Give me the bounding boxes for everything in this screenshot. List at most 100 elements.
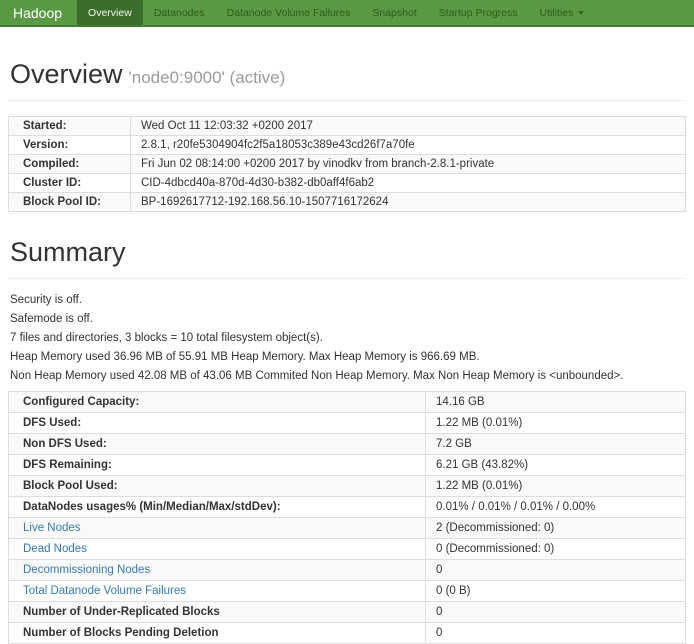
table-row: Decommissioning Nodes 0 <box>9 560 686 581</box>
row-value: 0 <box>426 560 686 581</box>
row-value: BP-1692617712-192.168.56.10-150771617262… <box>131 193 686 212</box>
page-title-text: Overview <box>10 59 123 89</box>
row-label: Number of Under-Replicated Blocks <box>9 602 426 623</box>
table-row: DataNodes usages% (Min/Median/Max/stdDev… <box>9 497 686 518</box>
row-value: 7.2 GB <box>426 434 686 455</box>
table-row: Dead Nodes 0 (Decommissioned: 0) <box>9 539 686 560</box>
row-value: Fri Jun 02 08:14:00 +0200 2017 by vinodk… <box>131 155 686 174</box>
nav-link-label: Startup Progress <box>439 7 518 19</box>
row-label-text: DataNodes usages% (Min/Median/Max/stdDev… <box>23 501 281 513</box>
row-label: Started: <box>9 117 131 136</box>
row-label-text: Cluster ID: <box>23 177 81 189</box>
row-label: Block Pool ID: <box>9 193 131 212</box>
nav-item-datanodes: Datanodes <box>143 0 216 25</box>
nav-link-label: Datanodes <box>154 7 205 19</box>
row-label: Version: <box>9 136 131 155</box>
row-link-decommissioning-nodes[interactable]: Decommissioning Nodes <box>23 564 150 576</box>
table-row: Version: 2.8.1, r20fe5304904fc2f5a18053c3… <box>9 136 686 155</box>
navbar: Hadoop Overview Datanodes Datanode Volume … <box>0 0 694 27</box>
table-row: Block Pool Used: 1.22 MB (0.01%) <box>9 476 686 497</box>
navbar-menu: Overview Datanodes Datanode Volume Failure… <box>77 0 595 25</box>
row-value: 0 <box>426 623 686 644</box>
row-label-text: Block Pool Used: <box>23 480 118 492</box>
row-label: Compiled: <box>9 155 131 174</box>
row-value: 1.22 MB (0.01%) <box>426 476 686 497</box>
table-row: Non DFS Used: 7.2 GB <box>9 434 686 455</box>
row-label: DFS Remaining: <box>9 455 426 476</box>
nav-link-label: Utilities <box>540 7 574 19</box>
summary-paragraph: Security is off. <box>10 294 686 306</box>
table-row: Number of Blocks Pending Deletion 0 <box>9 623 686 644</box>
row-label: Dead Nodes <box>9 539 426 560</box>
page-title: Overview 'node0:9000' (active) <box>10 59 686 90</box>
nav-link-utilities[interactable]: Utilities <box>529 0 596 25</box>
nav-item-snapshot: Snapshot <box>361 0 427 25</box>
table-row: Started: Wed Oct 11 12:03:32 +0200 2017 <box>9 117 686 136</box>
table-row: Compiled: Fri Jun 02 08:14:00 +0200 2017 … <box>9 155 686 174</box>
nav-item-datanode-volume-failures: Datanode Volume Failures <box>216 0 362 25</box>
table-row: Configured Capacity: 14.16 GB <box>9 392 686 413</box>
page-subtitle: 'node0:9000' (active) <box>129 68 286 87</box>
table-row: Total Datanode Volume Failures 0 (0 B) <box>9 581 686 602</box>
row-label: Configured Capacity: <box>9 392 426 413</box>
nav-link-overview[interactable]: Overview <box>77 0 143 25</box>
row-value: 14.16 GB <box>426 392 686 413</box>
divider <box>8 278 686 279</box>
summary-paragraph: Non Heap Memory used 42.08 MB of 43.06 M… <box>10 370 686 382</box>
row-label-text: DFS Remaining: <box>23 459 112 471</box>
main-content: Overview 'node0:9000' (active) Started: We… <box>0 59 694 644</box>
nav-item-overview: Overview <box>77 0 143 25</box>
row-label: Block Pool Used: <box>9 476 426 497</box>
nav-link-datanode-volume-failures[interactable]: Datanode Volume Failures <box>216 0 362 25</box>
nav-link-snapshot[interactable]: Snapshot <box>361 0 427 25</box>
table-row: Number of Under-Replicated Blocks0 <box>9 602 686 623</box>
row-link-total-datanode-volume-failures[interactable]: Total Datanode Volume Failures <box>23 585 186 597</box>
row-label-text: Compiled: <box>23 158 79 170</box>
row-label-text: Number of Blocks Pending Deletion <box>23 627 219 639</box>
divider <box>8 100 686 101</box>
row-label: DFS Used: <box>9 413 426 434</box>
table-row: Cluster ID: CID-4dbcd40a-870d-4d30-b382-d… <box>9 174 686 193</box>
table-row: DFS Used:1.22 MB (0.01%) <box>9 413 686 434</box>
summary-text: Security is off. Safemode is off. 7 files … <box>10 294 686 382</box>
summary-paragraph: Heap Memory used 36.96 MB of 55.91 MB He… <box>10 351 686 363</box>
row-link-dead-nodes[interactable]: Dead Nodes <box>23 543 87 555</box>
row-value: Wed Oct 11 12:03:32 +0200 2017 <box>131 117 686 136</box>
row-label-text: Non DFS Used: <box>23 438 107 450</box>
nav-item-startup-progress: Startup Progress <box>428 0 529 25</box>
nav-link-label: Overview <box>88 7 132 19</box>
row-value: 2 (Decommissioned: 0) <box>426 518 686 539</box>
row-value: 2.8.1, r20fe5304904fc2f5a18053c389e43cd2… <box>131 136 686 155</box>
table-row: Block Pool ID: BP-1692617712-192.168.56.1… <box>9 193 686 212</box>
row-value: 0 <box>426 602 686 623</box>
row-label: Number of Blocks Pending Deletion <box>9 623 426 644</box>
brand-logo[interactable]: Hadoop <box>0 0 77 25</box>
row-value: 0.01% / 0.01% / 0.01% / 0.00% <box>426 497 686 518</box>
row-value: 0 (Decommissioned: 0) <box>426 539 686 560</box>
nav-link-label: Datanode Volume Failures <box>227 7 351 19</box>
nav-link-datanodes[interactable]: Datanodes <box>143 0 216 25</box>
summary-title: Summary <box>10 237 686 268</box>
row-label-text: Block Pool ID: <box>23 196 101 208</box>
row-link-live-nodes[interactable]: Live Nodes <box>23 522 81 534</box>
row-label-text: Version: <box>23 139 68 151</box>
row-label: Decommissioning Nodes <box>9 560 426 581</box>
row-value: 0 (0 B) <box>426 581 686 602</box>
row-label-text: Configured Capacity: <box>23 396 139 408</box>
summary-paragraph: 7 files and directories, 3 blocks = 10 t… <box>10 332 686 344</box>
summary-stats-table: Configured Capacity:14.16 GBDFS Used:1.2… <box>8 391 686 644</box>
row-label: Live Nodes <box>9 518 426 539</box>
row-label: Total Datanode Volume Failures <box>9 581 426 602</box>
table-row: DFS Remaining: 6.21 GB (43.82%) <box>9 455 686 476</box>
row-value: 6.21 GB (43.82%) <box>426 455 686 476</box>
row-label-text: Started: <box>23 120 66 132</box>
chevron-down-icon <box>578 11 584 15</box>
row-value: CID-4dbcd40a-870d-4d30-b382-db0aff4f6ab2 <box>131 174 686 193</box>
overview-info-table: Started:Wed Oct 11 12:03:32 +0200 2017Ve… <box>8 116 686 212</box>
nav-link-label: Snapshot <box>372 7 416 19</box>
row-value: 1.22 MB (0.01%) <box>426 413 686 434</box>
nav-link-startup-progress[interactable]: Startup Progress <box>428 0 529 25</box>
table-row: Live Nodes 2 (Decommissioned: 0) <box>9 518 686 539</box>
row-label: Cluster ID: <box>9 174 131 193</box>
summary-paragraph: Safemode is off. <box>10 313 686 325</box>
